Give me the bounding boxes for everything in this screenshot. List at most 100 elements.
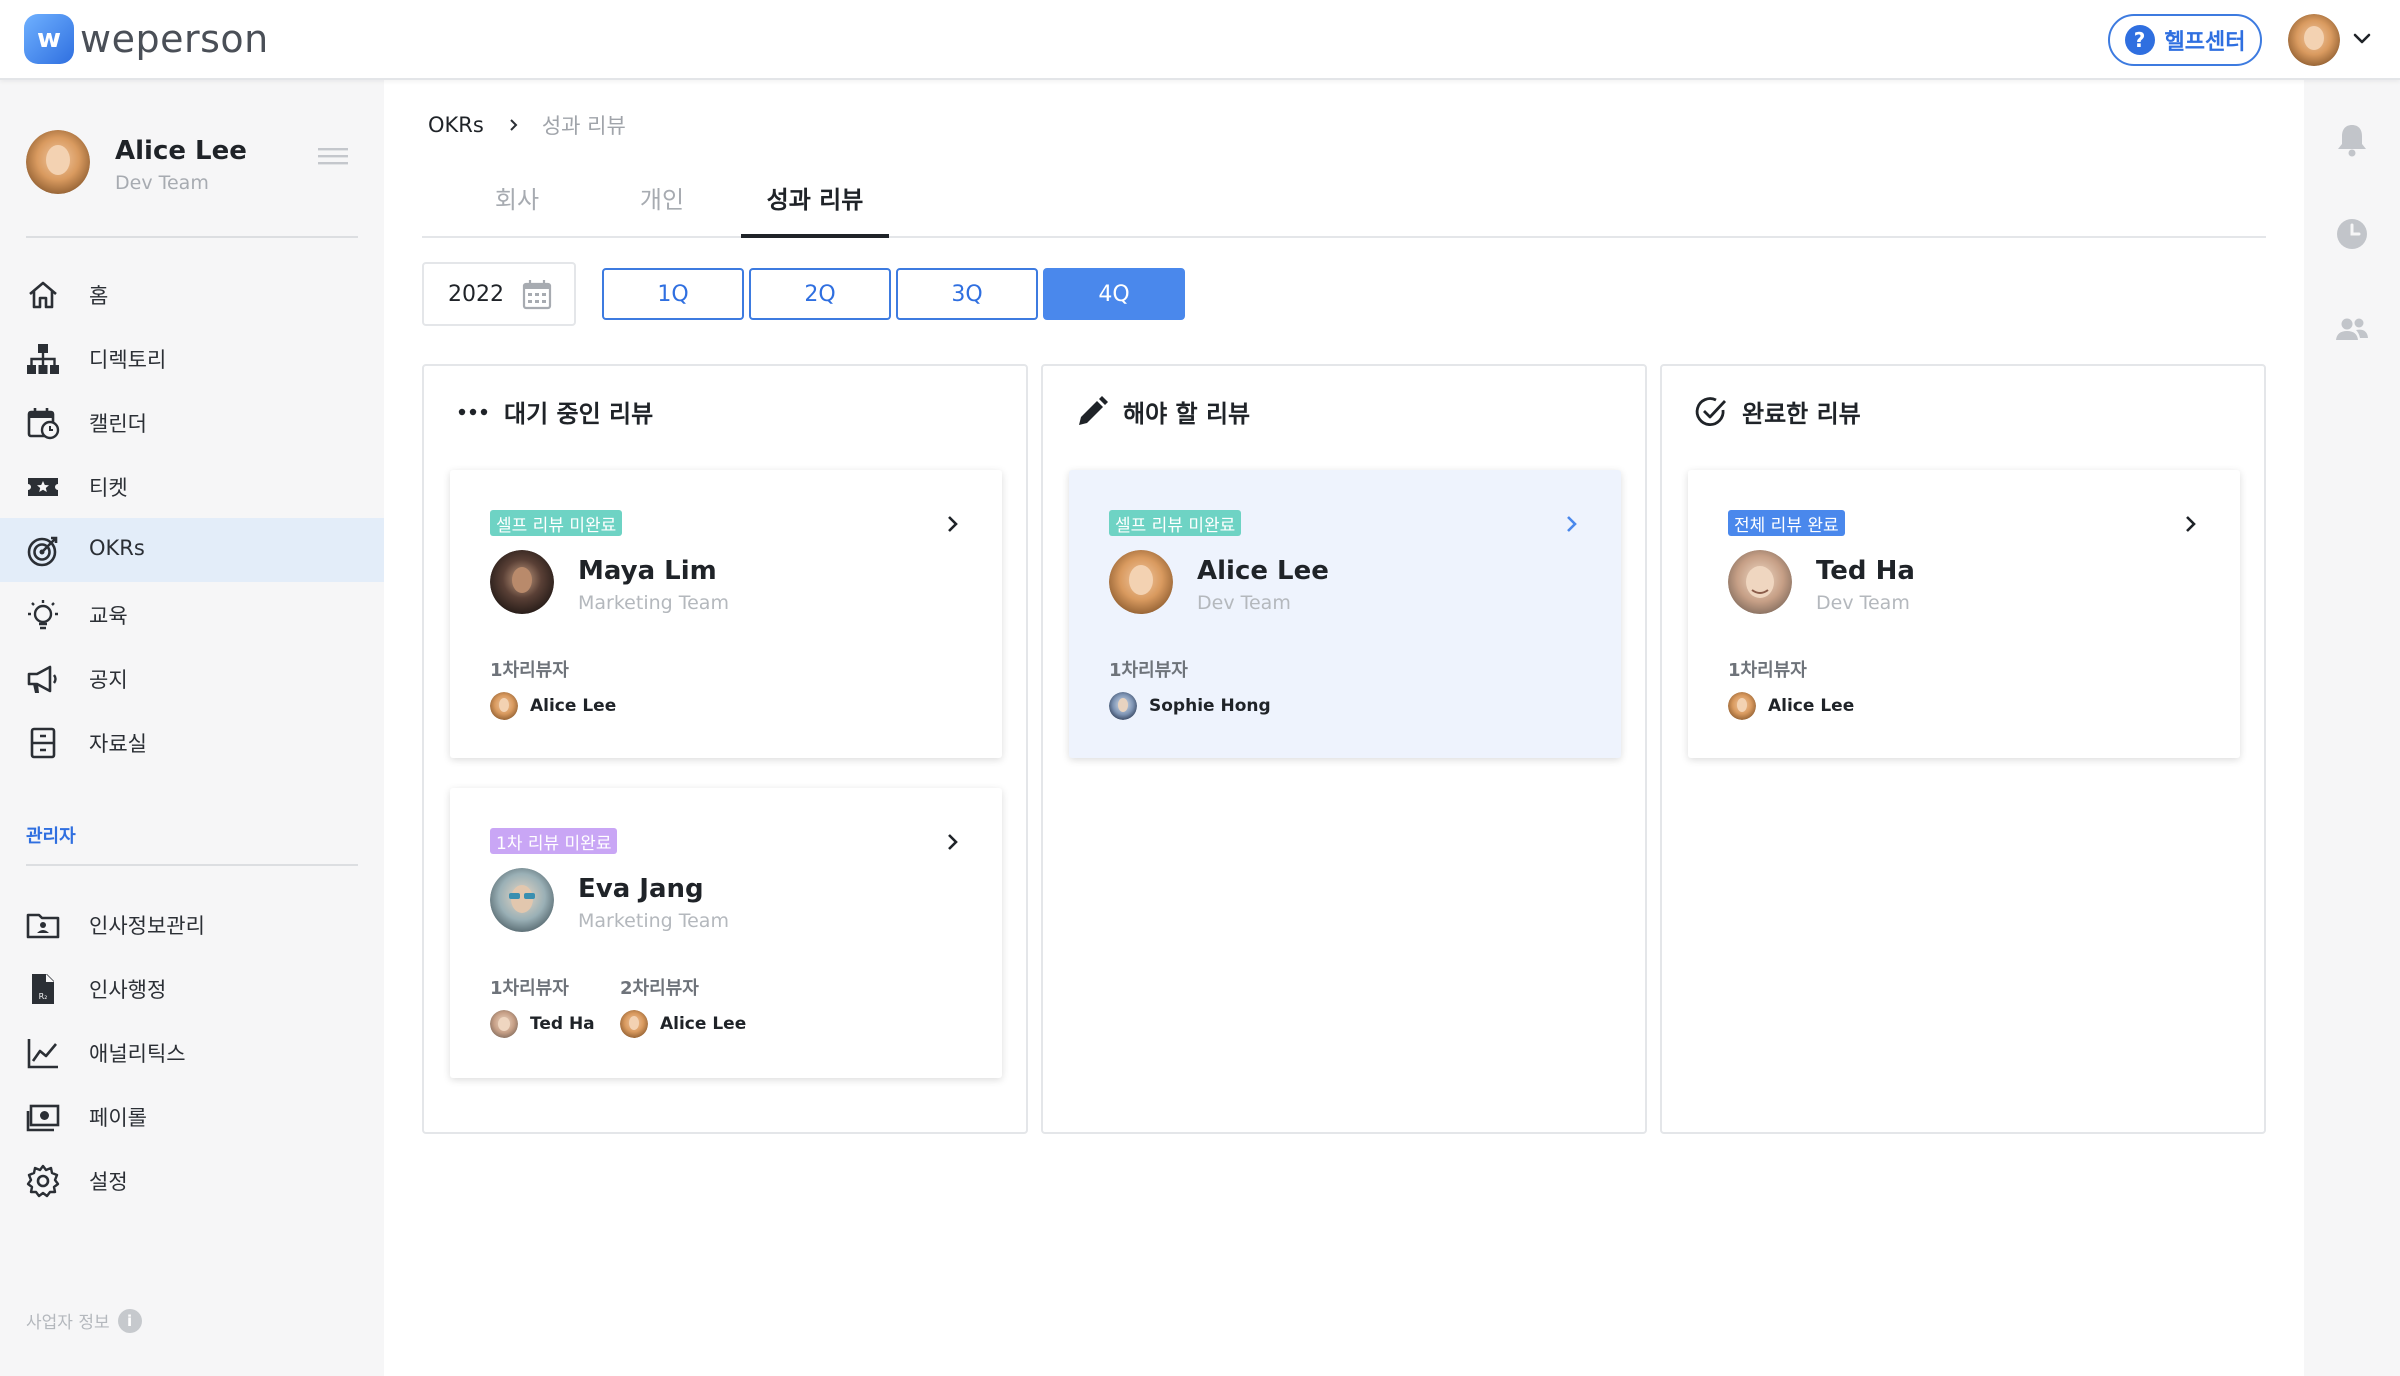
bell-icon[interactable] (2334, 122, 2370, 158)
profile-avatar[interactable] (26, 130, 90, 194)
sidebar-item-label: 애널리틱스 (89, 1042, 186, 1066)
sidebar-item-ticket[interactable]: 티켓 (0, 454, 384, 518)
sidebar-item-okrs[interactable]: OKRs (0, 518, 384, 582)
business-info-label: 사업자 정보 (26, 1313, 110, 1333)
avatar (620, 1010, 648, 1038)
sidebar-item-home[interactable]: 홈 (0, 262, 384, 326)
app-logo[interactable]: w weperson (24, 14, 269, 64)
sidebar-item-analytics[interactable]: 애널리틱스 (0, 1020, 384, 1084)
tab-personal[interactable]: 개인 (617, 180, 707, 238)
reviewee-team: Marketing Team (578, 592, 729, 614)
chevron-down-icon[interactable] (2350, 26, 2374, 50)
sidebar-item-label: 교육 (89, 604, 128, 628)
sidebar-item-calendar[interactable]: 캘린더 (0, 390, 384, 454)
sidebar-item-hr-info[interactable]: 인사정보관리 (0, 892, 384, 956)
reviewer-name: Alice Lee (530, 696, 617, 716)
calendar-clock-icon (27, 408, 60, 440)
sidebar-item-notice[interactable]: 공지 (0, 646, 384, 710)
review-card[interactable]: 1차 리뷰 미완료 Eva Jang Marketing Team 1차리뷰자 … (450, 788, 1002, 1078)
avatar (490, 692, 518, 720)
avatar (1728, 692, 1756, 720)
help-center-button[interactable]: ? 헬프센터 (2108, 14, 2262, 66)
review-card[interactable]: 셀프 리뷰 미완료 Maya Lim Marketing Team 1차리뷰자 … (450, 470, 1002, 758)
breadcrumb-current: 성과 리뷰 (541, 114, 626, 138)
target-icon (27, 536, 58, 567)
reviewer-label: 1차리뷰자 (490, 978, 569, 999)
reviewee-name: Alice Lee (1197, 556, 1329, 586)
quarter-1q-button[interactable]: 1Q (602, 268, 744, 320)
avatar (1109, 692, 1137, 720)
pencil-icon (1079, 395, 1108, 425)
completed-reviews-column: 완료한 리뷰 전체 리뷰 완료 Ted Ha Dev Team 1차리뷰자 Al… (1660, 364, 2266, 1134)
breadcrumb-root[interactable]: OKRs (428, 113, 484, 137)
quarter-2q-button[interactable]: 2Q (749, 268, 891, 320)
reviewee-name: Ted Ha (1816, 556, 1915, 586)
reviewer-name: Alice Lee (660, 1014, 747, 1034)
reviewee-team: Marketing Team (578, 910, 729, 932)
quarter-4q-button[interactable]: 4Q (1043, 268, 1185, 320)
column-title: 해야 할 리뷰 (1123, 400, 1251, 428)
gear-icon (26, 1164, 60, 1198)
sidebar-item-label: 자료실 (89, 732, 147, 756)
org-chart-icon (27, 344, 59, 374)
okr-tabs: 회사 개인 성과 리뷰 (422, 170, 2266, 238)
year-value: 2022 (448, 282, 504, 307)
id-folder-icon (26, 913, 60, 939)
chevron-right-icon[interactable] (1559, 512, 1583, 536)
info-icon: i (117, 1308, 142, 1333)
help-center-label: 헬프센터 (2164, 30, 2246, 55)
reviewer-label: 1차리뷰자 (1728, 660, 1807, 681)
column-header: 완료한 리뷰 (1694, 394, 1861, 429)
sidebar-item-label: 인사행정 (89, 978, 167, 1002)
right-rail (2304, 80, 2400, 1376)
tab-company[interactable]: 회사 (472, 180, 562, 238)
sidebar-item-label: 인사정보관리 (89, 914, 205, 938)
year-picker[interactable]: 2022 (422, 262, 576, 326)
reviewer-name: Alice Lee (1768, 696, 1855, 716)
review-card[interactable]: 셀프 리뷰 미완료 Alice Lee Dev Team 1차리뷰자 Sophi… (1069, 470, 1621, 758)
sidebar-item-label: 캘린더 (89, 412, 147, 436)
reviewer-label: 1차리뷰자 (1109, 660, 1188, 681)
reviewer: Sophie Hong (1109, 692, 1271, 720)
chevron-right-icon (510, 119, 518, 131)
user-avatar[interactable] (2288, 14, 2340, 66)
avatar (1728, 550, 1792, 614)
status-badge: 셀프 리뷰 미완료 (1109, 510, 1242, 536)
breadcrumb: OKRs 성과 리뷰 (428, 110, 626, 140)
hamburger-menu-icon[interactable] (318, 144, 348, 168)
sidebar-item-settings[interactable]: 설정 (0, 1148, 384, 1212)
sidebar-item-hr-admin[interactable]: R₂ 인사행정 (0, 956, 384, 1020)
megaphone-icon (27, 665, 57, 693)
avatar (490, 550, 554, 614)
home-icon (29, 281, 57, 309)
tab-performance-review[interactable]: 성과 리뷰 (741, 180, 889, 238)
sidebar-item-payroll[interactable]: 페이롤 (0, 1084, 384, 1148)
avatar (490, 1010, 518, 1038)
reviewee-name: Maya Lim (578, 556, 717, 586)
pending-reviews-column: 대기 중인 리뷰 셀프 리뷰 미완료 Maya Lim Marketing Te… (422, 364, 1028, 1134)
sidebar-divider (26, 236, 358, 238)
calendar-icon (522, 280, 552, 310)
sidebar-item-label: 홈 (89, 284, 109, 308)
reviewee-name: Eva Jang (578, 874, 704, 904)
sidebar-item-directory[interactable]: 디렉토리 (0, 326, 384, 390)
quarter-3q-button[interactable]: 3Q (896, 268, 1038, 320)
chevron-right-icon[interactable] (940, 830, 964, 854)
sidebar-divider (26, 864, 358, 866)
reviewer: Ted Ha (490, 1010, 595, 1038)
chevron-right-icon[interactable] (2178, 512, 2202, 536)
profile-team: Dev Team (115, 172, 209, 194)
sidebar-item-archive[interactable]: 자료실 (0, 710, 384, 774)
sidebar-item-education[interactable]: 교육 (0, 582, 384, 646)
review-card[interactable]: 전체 리뷰 완료 Ted Ha Dev Team 1차리뷰자 Alice Lee (1688, 470, 2240, 758)
chevron-right-icon[interactable] (940, 512, 964, 536)
reviewer-name: Ted Ha (530, 1014, 595, 1034)
cabinet-icon (30, 727, 56, 759)
status-badge: 전체 리뷰 완료 (1728, 510, 1845, 536)
svg-text:R₂: R₂ (39, 992, 48, 1001)
business-info-link[interactable]: 사업자 정보 i (26, 1308, 142, 1333)
clock-icon[interactable] (2334, 216, 2370, 252)
admin-section-title: 관리자 (26, 826, 76, 847)
people-icon[interactable] (2334, 312, 2370, 348)
sidebar-item-label: 설정 (89, 1170, 128, 1194)
